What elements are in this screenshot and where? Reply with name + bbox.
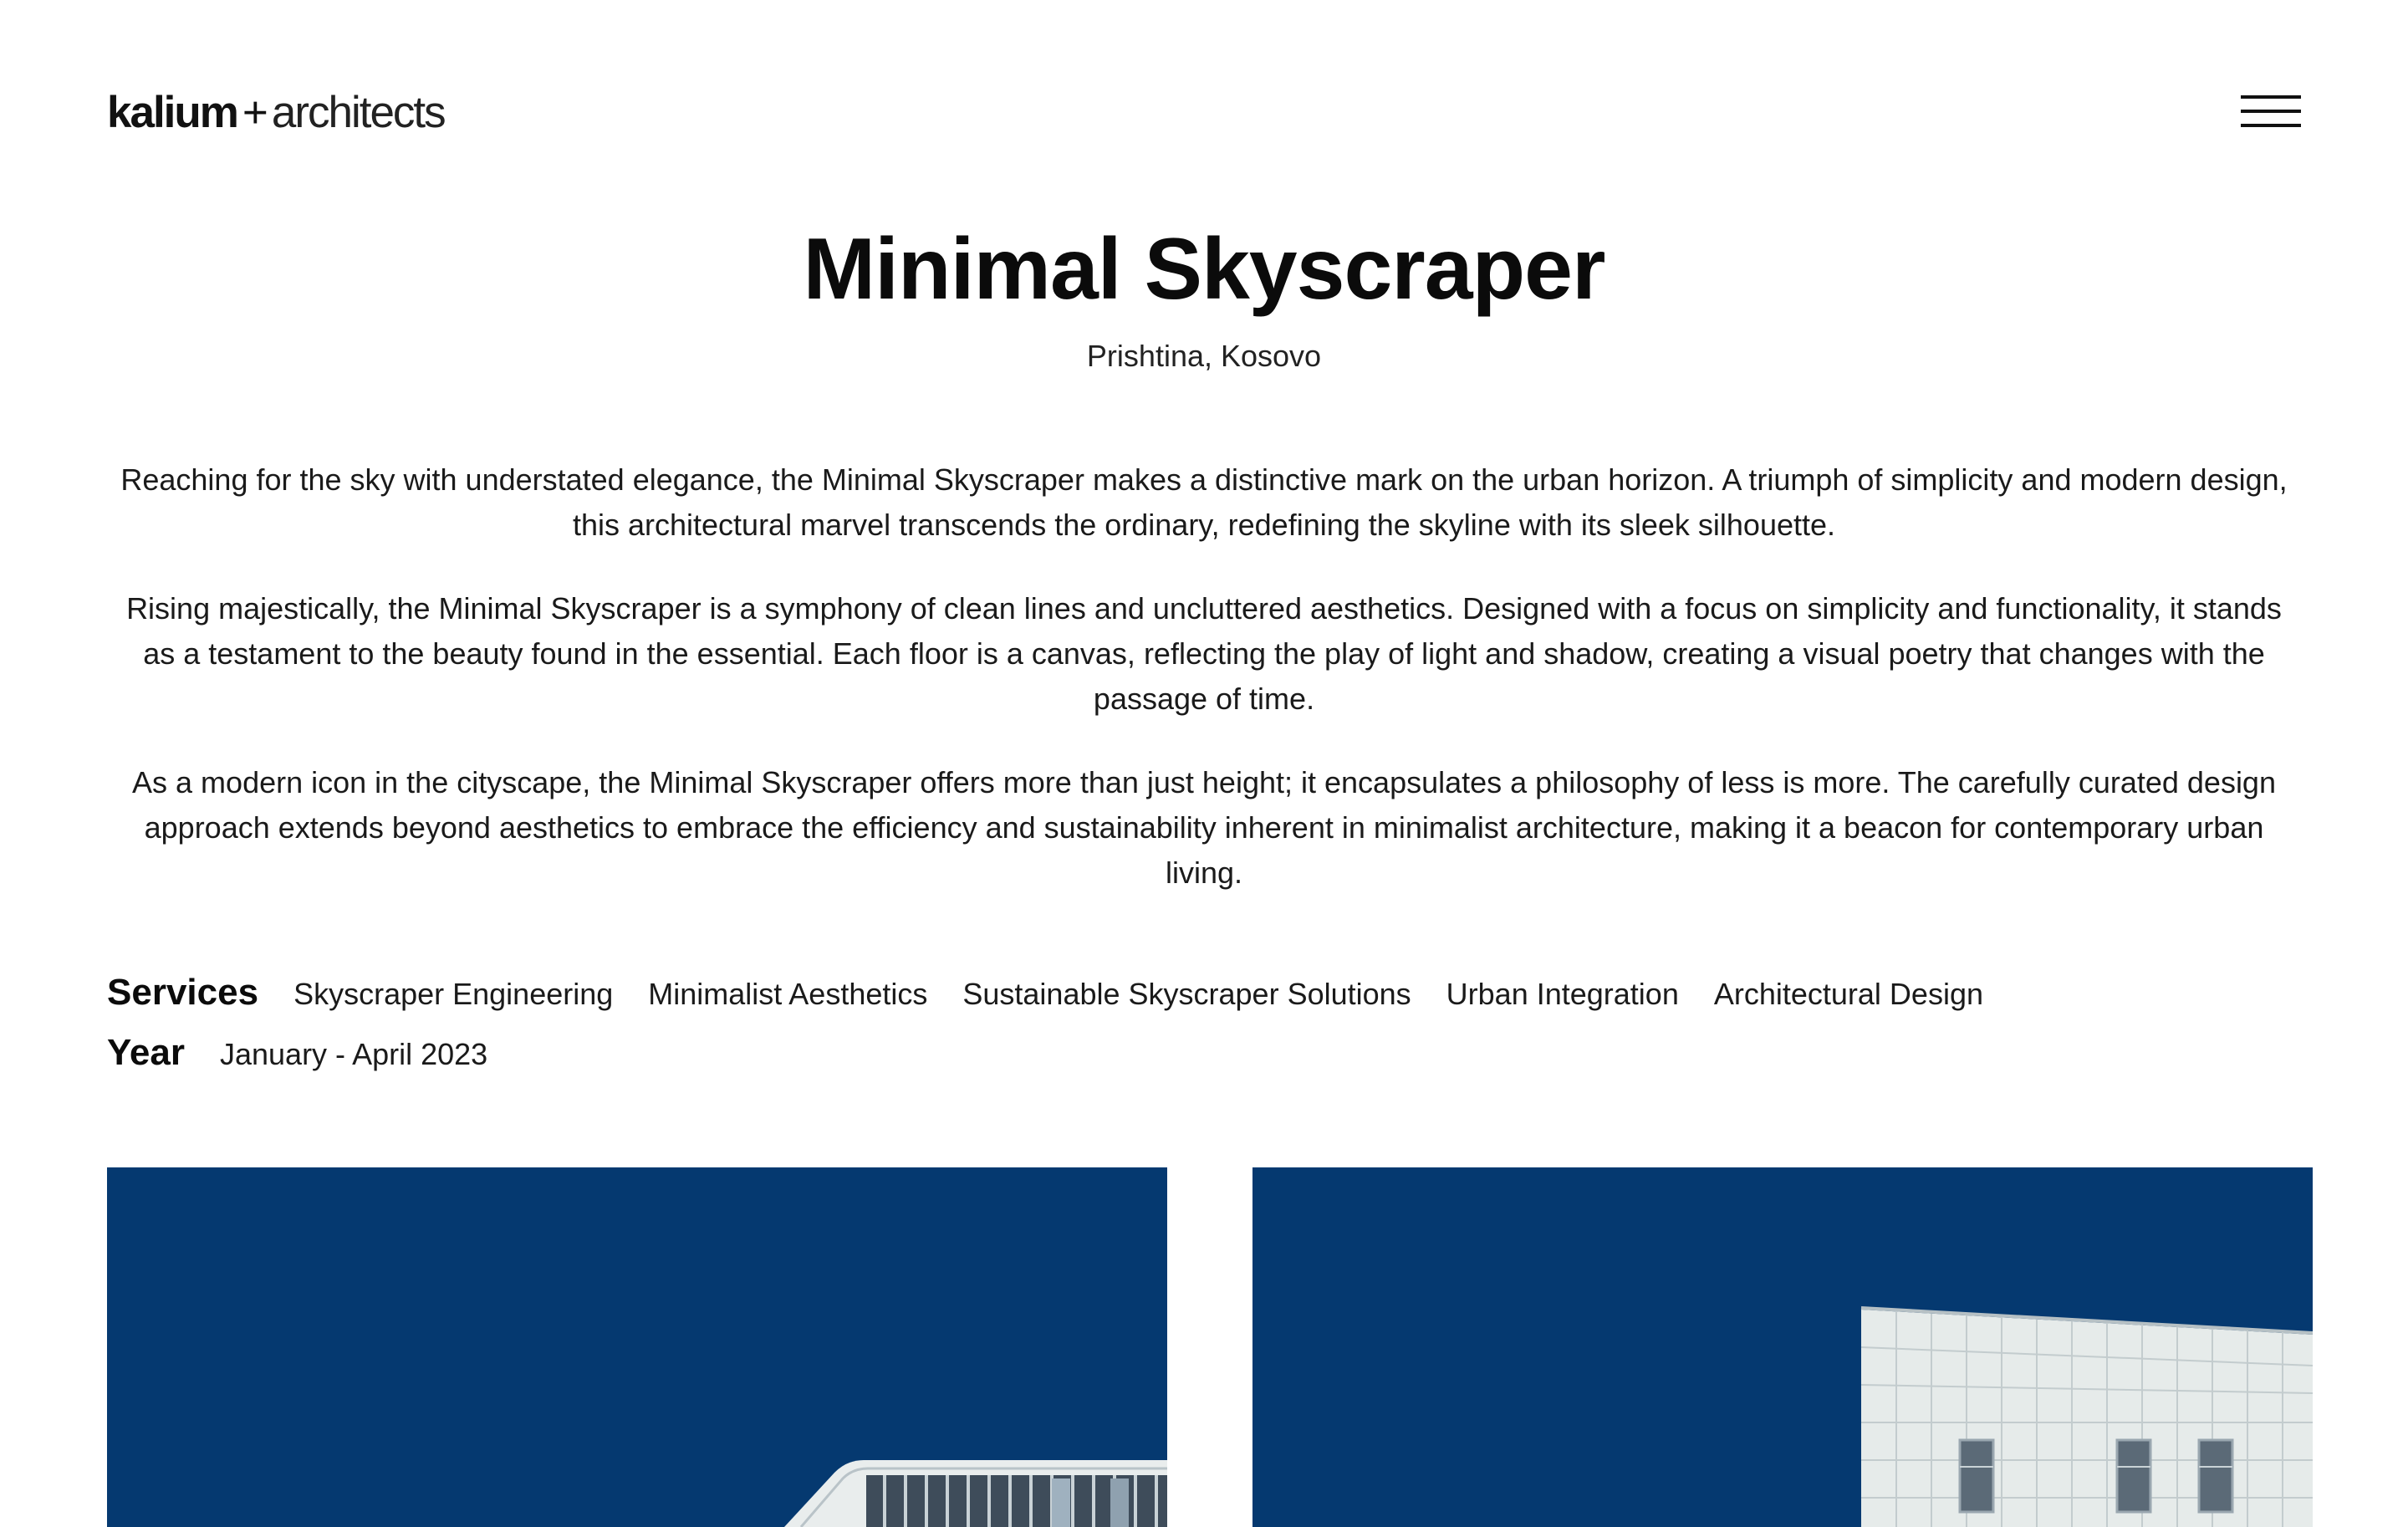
page-title: Minimal Skyscraper: [803, 221, 1606, 318]
project-meta: Services Skyscraper Engineering Minimali…: [107, 972, 2301, 1092]
gallery-image-building-corner[interactable]: [107, 1167, 1167, 1527]
service-item: Urban Integration: [1446, 977, 1679, 1011]
description-paragraph: As a modern icon in the cityscape, the M…: [132, 765, 2276, 890]
description-paragraph: Reaching for the sky with understated el…: [120, 462, 2288, 542]
building-corner-illustration: [107, 1167, 1167, 1527]
logo-separator: +: [242, 88, 268, 137]
year-value: January - April 2023: [219, 1037, 488, 1071]
service-item: Minimalist Aesthetics: [648, 977, 928, 1011]
services-label: Services: [107, 972, 259, 1013]
building-facade-illustration: [1252, 1167, 2313, 1527]
year-row: Year January - April 2023: [107, 1032, 2301, 1074]
hamburger-menu-icon[interactable]: [2241, 95, 2301, 129]
services-row: Services Skyscraper Engineering Minimali…: [107, 972, 2301, 1014]
description-paragraph: Rising majestically, the Minimal Skyscra…: [126, 591, 2282, 716]
project-description: Reaching for the sky with understated el…: [107, 457, 2301, 934]
logo-brand: kalium: [107, 88, 239, 137]
menu-bar: [2241, 124, 2301, 127]
service-item: Sustainable Skyscraper Solutions: [962, 977, 1411, 1011]
menu-bar: [2241, 95, 2301, 99]
menu-bar: [2241, 110, 2301, 113]
site-header: kalium + architects: [107, 84, 2301, 142]
project-location: Prishtina, Kosovo: [1086, 339, 1322, 373]
logo-tail: architects: [271, 88, 446, 137]
gallery-image-building-facade[interactable]: [1252, 1167, 2313, 1527]
service-item: Skyscraper Engineering: [293, 977, 614, 1011]
project-header: Minimal Skyscraper Prishtina, Kosovo: [107, 219, 2301, 375]
project-gallery: [107, 1167, 2313, 1527]
service-item: Architectural Design: [1713, 977, 1983, 1011]
year-label: Year: [107, 1032, 185, 1073]
site-logo[interactable]: kalium + architects: [107, 88, 446, 137]
